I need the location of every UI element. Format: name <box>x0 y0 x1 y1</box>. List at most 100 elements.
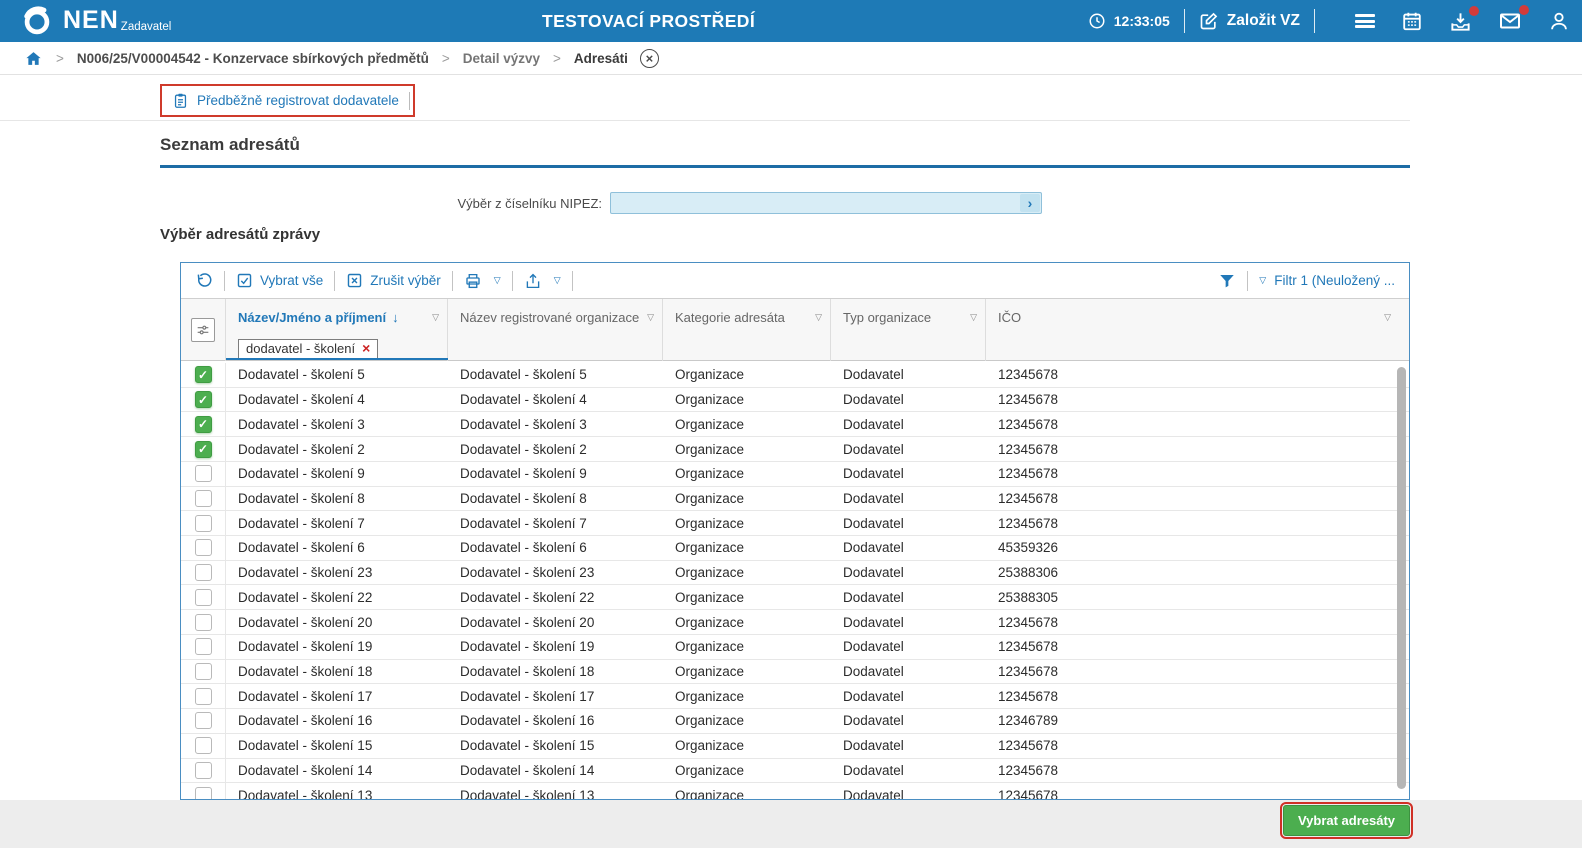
column-filter-icon[interactable]: ▽ <box>426 312 439 323</box>
refresh-button[interactable] <box>195 272 213 290</box>
org-cell: Dodavatel - školení 23 <box>448 565 663 580</box>
type-cell: Dodavatel <box>831 417 986 432</box>
table-row[interactable]: Dodavatel - školení 16Dodavatel - školen… <box>181 709 1409 734</box>
row-checkbox[interactable] <box>195 737 212 754</box>
table-row[interactable]: Dodavatel - školení 6Dodavatel - školení… <box>181 536 1409 561</box>
column-label: IČO <box>998 310 1021 325</box>
table-row[interactable]: ✓Dodavatel - školení 2Dodavatel - školen… <box>181 437 1409 462</box>
row-checkbox[interactable] <box>195 638 212 655</box>
table-row[interactable]: Dodavatel - školení 20Dodavatel - školen… <box>181 610 1409 635</box>
row-checkbox[interactable] <box>195 688 212 705</box>
preregister-supplier-button[interactable]: Předběžně registrovat dodavatele <box>160 84 415 117</box>
table-row[interactable]: ✓Dodavatel - školení 3Dodavatel - školen… <box>181 412 1409 437</box>
column-header-ico[interactable]: IČO ▽ <box>986 299 1409 336</box>
org-cell: Dodavatel - školení 20 <box>448 615 663 630</box>
table-toolbar: Vybrat vše Zrušit výběr ▽ ▽ <box>181 263 1409 299</box>
column-filter-icon[interactable]: ▽ <box>809 312 822 323</box>
filter-dropdown-icon[interactable]: ▽ <box>1259 275 1266 286</box>
type-cell: Dodavatel <box>831 516 986 531</box>
breadcrumb-contract[interactable]: N006/25/V00004542 - Konzervace sbírkovýc… <box>77 51 429 66</box>
create-vz-button[interactable]: Založit VZ <box>1199 11 1300 31</box>
select-addressees-button[interactable]: Vybrat adresáty <box>1283 805 1410 836</box>
row-checkbox-checked[interactable]: ✓ <box>195 366 212 383</box>
profile-button[interactable] <box>1548 10 1570 32</box>
filter-chip[interactable]: dodavatel - školení × <box>238 339 378 359</box>
menu-button[interactable] <box>1355 12 1375 31</box>
row-checkbox[interactable] <box>195 539 212 556</box>
calendar-button[interactable] <box>1401 10 1423 32</box>
ico-cell: 12345678 <box>986 639 1409 654</box>
row-checkbox[interactable] <box>195 712 212 729</box>
table-row[interactable]: Dodavatel - školení 17Dodavatel - školen… <box>181 684 1409 709</box>
table-row[interactable]: Dodavatel - školení 19Dodavatel - školen… <box>181 635 1409 660</box>
column-settings-button[interactable] <box>191 318 215 342</box>
row-checkbox-checked[interactable]: ✓ <box>195 416 212 433</box>
table-row[interactable]: Dodavatel - školení 23Dodavatel - školen… <box>181 561 1409 586</box>
type-cell: Dodavatel <box>831 664 986 679</box>
nipez-input[interactable] <box>611 193 1019 213</box>
table-row[interactable]: Dodavatel - školení 22Dodavatel - školen… <box>181 585 1409 610</box>
filter-funnel-icon[interactable] <box>1218 272 1236 290</box>
row-checkbox[interactable] <box>195 589 212 606</box>
table-row[interactable]: Dodavatel - školení 8Dodavatel - školení… <box>181 487 1409 512</box>
type-cell: Dodavatel <box>831 788 986 799</box>
org-cell: Dodavatel - školení 6 <box>448 540 663 555</box>
column-filter-icon[interactable]: ▽ <box>1378 312 1391 323</box>
type-cell: Dodavatel <box>831 738 986 753</box>
checkbox-cell <box>181 462 226 486</box>
row-checkbox-checked[interactable]: ✓ <box>195 441 212 458</box>
column-header-category[interactable]: Kategorie adresáta ▽ <box>663 299 831 336</box>
breadcrumb-detail[interactable]: Detail výzvy <box>463 51 540 66</box>
clear-selection-button[interactable]: Zrušit výběr <box>346 272 441 289</box>
active-filter-label[interactable]: Filtr 1 (Neuložený ... <box>1274 273 1395 288</box>
print-button[interactable]: ▽ <box>464 272 501 290</box>
close-tab-icon[interactable]: × <box>640 49 659 68</box>
table-row[interactable]: ✓Dodavatel - školení 4Dodavatel - školen… <box>181 388 1409 413</box>
column-header-name[interactable]: Název/Jméno a příjmení ↓ ▽ <box>226 299 448 336</box>
ico-cell: 12345678 <box>986 516 1409 531</box>
nen-logo[interactable]: NEN Zadavatel <box>20 4 171 38</box>
export-button[interactable]: ▽ <box>524 272 561 290</box>
category-cell: Organizace <box>663 565 831 580</box>
column-header-type[interactable]: Typ organizace ▽ <box>831 299 986 336</box>
row-checkbox[interactable] <box>195 564 212 581</box>
nipez-open-icon[interactable]: › <box>1020 194 1040 212</box>
table-row[interactable]: Dodavatel - školení 15Dodavatel - školen… <box>181 734 1409 759</box>
org-cell: Dodavatel - školení 7 <box>448 516 663 531</box>
column-filter-icon[interactable]: ▽ <box>964 312 977 323</box>
category-cell: Organizace <box>663 466 831 481</box>
remove-filter-icon[interactable]: × <box>362 341 370 355</box>
column-filter-icon[interactable]: ▽ <box>641 312 654 323</box>
table-row[interactable]: ✓Dodavatel - školení 5Dodavatel - školen… <box>181 363 1409 388</box>
checkbox-cell <box>181 684 226 708</box>
select-all-button[interactable]: Vybrat vše <box>236 272 323 289</box>
table-row[interactable]: Dodavatel - školení 9Dodavatel - školení… <box>181 462 1409 487</box>
column-header-organization[interactable]: Název registrované organizace ▽ <box>448 299 663 336</box>
inbox-button[interactable] <box>1449 10 1472 33</box>
checkbox-cell: ✓ <box>181 437 226 461</box>
divider <box>1314 9 1315 33</box>
nipez-field[interactable]: › <box>610 192 1042 214</box>
column-settings-cell <box>181 299 226 361</box>
row-checkbox[interactable] <box>195 663 212 680</box>
table-row[interactable]: Dodavatel - školení 14Dodavatel - školen… <box>181 759 1409 784</box>
table-row[interactable]: Dodavatel - školení 18Dodavatel - školen… <box>181 660 1409 685</box>
row-checkbox[interactable] <box>195 515 212 532</box>
category-cell: Organizace <box>663 590 831 605</box>
ico-cell: 12345678 <box>986 417 1409 432</box>
filter-cell-empty <box>831 336 986 361</box>
row-checkbox[interactable] <box>195 787 212 799</box>
row-checkbox[interactable] <box>195 762 212 779</box>
row-checkbox[interactable] <box>195 614 212 631</box>
messages-button[interactable] <box>1498 9 1522 33</box>
row-checkbox[interactable] <box>195 490 212 507</box>
type-cell: Dodavatel <box>831 763 986 778</box>
row-checkbox-checked[interactable]: ✓ <box>195 391 212 408</box>
row-checkbox[interactable] <box>195 465 212 482</box>
type-cell: Dodavatel <box>831 639 986 654</box>
home-icon[interactable] <box>24 49 43 68</box>
table-row[interactable]: Dodavatel - školení 7Dodavatel - školení… <box>181 511 1409 536</box>
table-row[interactable]: Dodavatel - školení 13Dodavatel - školen… <box>181 783 1409 799</box>
category-cell: Organizace <box>663 367 831 382</box>
vertical-scrollbar[interactable] <box>1397 367 1406 789</box>
